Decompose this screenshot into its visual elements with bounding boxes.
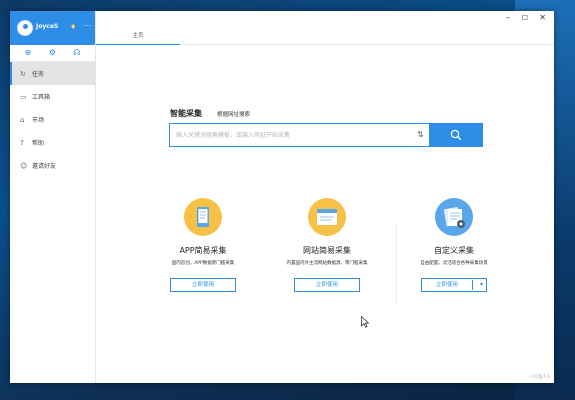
sidebar-item-invite[interactable]: ☺ 邀请好友: [10, 154, 95, 177]
refresh-icon: ↻: [20, 69, 26, 78]
help-icon: ?: [20, 138, 24, 147]
use-now-button[interactable]: 立即使用: [170, 278, 236, 292]
documents-gear-icon: [435, 198, 473, 236]
card-web-collect: 网站简易采集 内置国内外主流网站数据源，零门槛采集 立即使用: [265, 198, 389, 308]
sidebar-tools: ⊕ ⚙ ☊: [10, 45, 95, 62]
use-now-button[interactable]: 立即使用: [294, 278, 360, 292]
card-app-collect: APP简易采集 国内首创，APP数据爬门槛采集 立即使用: [141, 198, 265, 308]
search-icon: [450, 129, 462, 141]
card-custom-collect: 自定义采集 自由配置，灵活适合各种采集场景 立即使用 ▾: [392, 198, 516, 308]
sidebar-item-label: 任务: [32, 71, 45, 78]
dropdown-divider: [472, 280, 473, 290]
search-button[interactable]: [429, 123, 483, 147]
search-box: ⇅: [169, 123, 483, 147]
card-title: 自定义采集: [434, 246, 474, 255]
sidebar-item-help[interactable]: ? 帮助: [10, 131, 95, 154]
toolbox-icon: ▭: [20, 92, 27, 101]
sidebar-header: JoyceS ♦ ⋯: [10, 11, 95, 45]
maximize-icon[interactable]: ☐: [522, 13, 528, 23]
sidebar-item-label: 市场: [32, 117, 45, 124]
card-desc: 内置国内外主流网站数据源，零门槛采集: [286, 261, 368, 266]
browser-icon: [308, 198, 346, 236]
card-title: APP简易采集: [179, 246, 227, 255]
sidebar: JoyceS ♦ ⋯ ⊕ ⚙ ☊ ↻ 任务 ▭ 工具箱 ⌂ 市场 ? 帮助 ☺ …: [10, 11, 96, 383]
card-desc: 国内首创，APP数据爬门槛采集: [171, 261, 235, 266]
tab-home[interactable]: 主页: [96, 31, 180, 45]
top-bar: 主页 – ☐ ✕: [96, 11, 554, 45]
card-title: 网站简易采集: [303, 246, 351, 255]
gear-icon[interactable]: ⚙: [49, 48, 56, 58]
friends-icon: ☺: [20, 161, 28, 170]
user-name[interactable]: JoyceS: [36, 23, 58, 30]
home-icon: ⌂: [20, 115, 25, 124]
app-window: JoyceS ♦ ⋯ ⊕ ⚙ ☊ ↻ 任务 ▭ 工具箱 ⌂ 市场 ? 帮助 ☺ …: [10, 11, 554, 383]
search-input[interactable]: [170, 124, 428, 146]
use-now-dropdown[interactable]: 立即使用 ▾: [421, 278, 487, 292]
sidebar-item-label: 帮助: [32, 140, 45, 147]
phone-icon: [184, 198, 222, 236]
menu-icon[interactable]: ⋯: [83, 21, 91, 31]
sort-icon[interactable]: ⇅: [417, 130, 424, 140]
close-icon[interactable]: ✕: [539, 13, 546, 23]
headset-icon[interactable]: ☊: [73, 48, 80, 58]
sidebar-item-toolbox[interactable]: ▭ 工具箱: [10, 85, 95, 108]
sidebar-item-tasks[interactable]: ↻ 任务: [10, 62, 95, 85]
mouse-cursor-icon: [361, 316, 369, 328]
sidebar-item-market[interactable]: ⌂ 市场: [10, 108, 95, 131]
add-circle-icon[interactable]: ⊕: [25, 48, 32, 58]
sidebar-item-label: 邀请好友: [32, 163, 57, 170]
vip-icon[interactable]: ♦: [70, 23, 76, 31]
minimize-icon[interactable]: –: [506, 13, 510, 23]
card-desc: 自由配置，灵活适合各种采集场景: [420, 261, 488, 266]
version-label: 八爪鱼7.6: [529, 375, 550, 380]
dropdown-label: 立即使用: [436, 282, 459, 288]
sidebar-nav: ↻ 任务 ▭ 工具箱 ⌂ 市场 ? 帮助 ☺ 邀请好友: [10, 62, 95, 177]
tab-smart-collect[interactable]: 智能采集: [170, 108, 202, 119]
sidebar-item-label: 工具箱: [32, 94, 51, 101]
tab-search-by-url[interactable]: 根据网址搜索: [217, 110, 250, 118]
chevron-down-icon[interactable]: ▾: [480, 279, 483, 291]
avatar[interactable]: [17, 20, 33, 36]
